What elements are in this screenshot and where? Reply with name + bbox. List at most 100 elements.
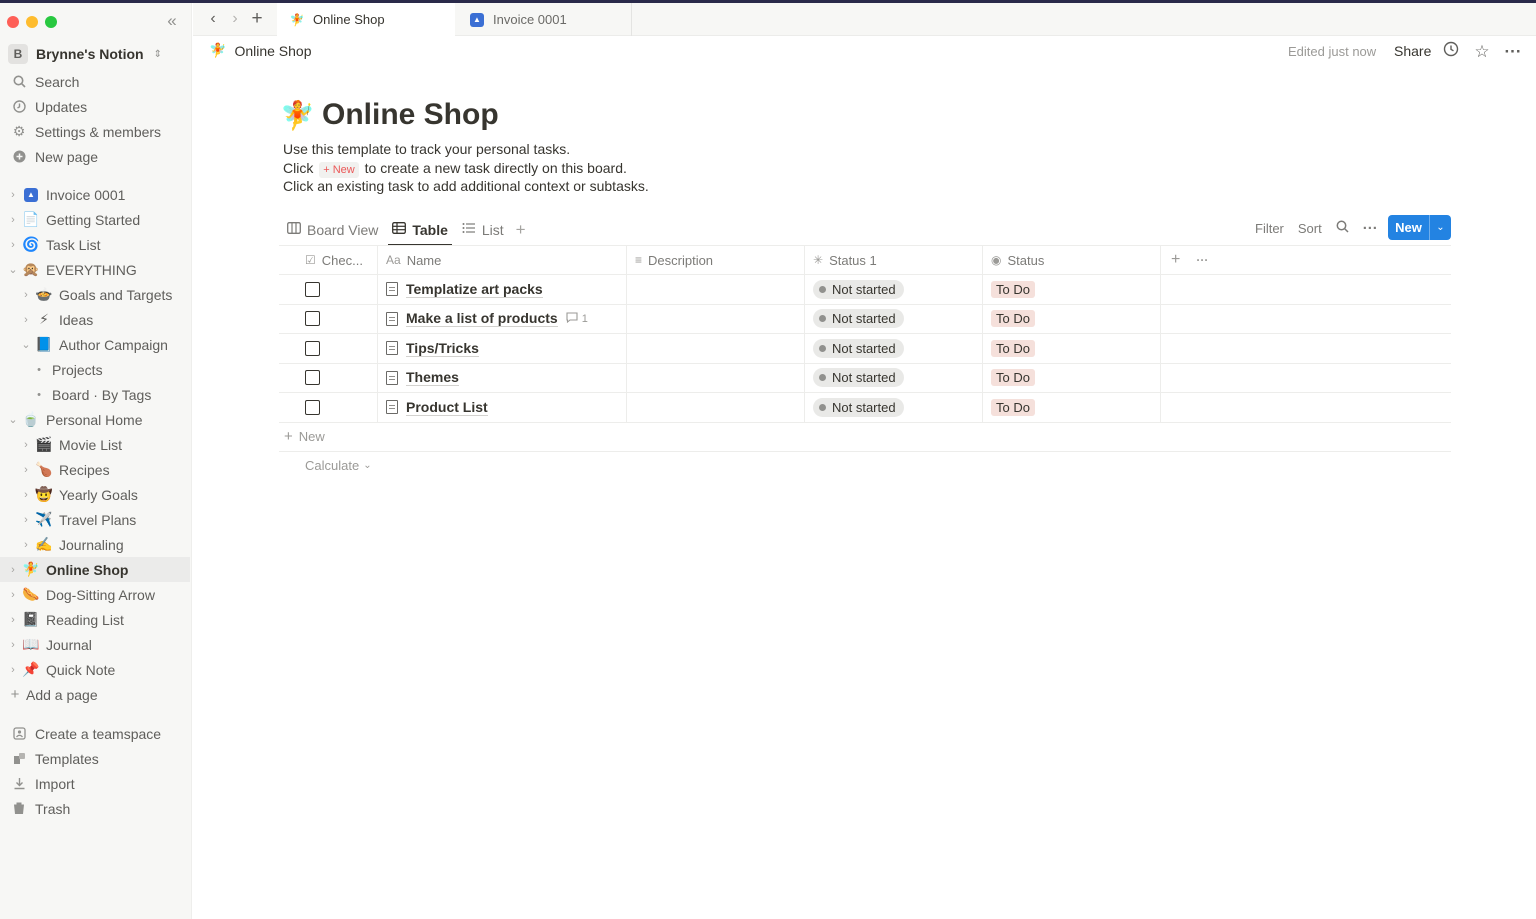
name-cell[interactable]: Templatize art packs (378, 275, 627, 304)
task-checkbox[interactable] (305, 370, 320, 386)
sidebar-page-online-shop[interactable]: › 🧚 Online Shop (0, 557, 190, 582)
add-row-button[interactable]: + New (284, 428, 325, 445)
status1-cell[interactable]: Not started (805, 363, 983, 392)
description-cell[interactable] (627, 363, 805, 392)
chevron-right-icon[interactable]: › (19, 439, 33, 451)
status-cell[interactable]: To Do (983, 334, 1161, 363)
sidebar-item-updates[interactable]: Updates (0, 94, 190, 119)
sidebar-page-projects[interactable]: • Projects (0, 357, 190, 382)
filter-button[interactable]: Filter (1255, 221, 1284, 236)
sidebar-page-journal[interactable]: › 📖 Journal (0, 632, 190, 657)
chevron-right-icon[interactable]: › (19, 539, 33, 551)
new-tab-icon[interactable]: + (247, 9, 267, 30)
favorite-star-icon[interactable]: ☆ (1471, 41, 1493, 63)
tab-invoice[interactable]: ▲ Invoice 0001 (457, 3, 632, 36)
column-header-status1[interactable]: ✳ Status 1 (805, 246, 983, 274)
chevron-right-icon[interactable]: › (19, 464, 33, 476)
task-checkbox[interactable] (305, 281, 320, 297)
status1-cell[interactable]: Not started (805, 393, 983, 422)
column-header-description[interactable]: ≡ Description (627, 246, 805, 274)
status-cell[interactable]: To Do (983, 275, 1161, 304)
chevron-right-icon[interactable]: › (6, 564, 20, 576)
name-cell[interactable]: Product List (378, 393, 627, 422)
status-cell[interactable]: To Do (983, 304, 1161, 333)
sidebar-page-invoice[interactable]: › ▲ Invoice 0001 (0, 182, 190, 207)
chevron-down-icon[interactable]: ⌄ (6, 413, 20, 426)
chevron-right-icon[interactable]: › (6, 614, 20, 626)
sidebar-page-reading-list[interactable]: › 📓 Reading List (0, 607, 190, 632)
sidebar-page-author-campaign[interactable]: ⌄ 📘 Author Campaign (0, 332, 190, 357)
task-name[interactable]: Product List (406, 399, 488, 416)
chevron-right-icon[interactable]: › (19, 289, 33, 301)
more-options-icon[interactable]: ··· (1363, 220, 1378, 237)
tab-board-view[interactable]: Board View (283, 215, 382, 244)
table-row[interactable]: Make a list of products 1 Not started To… (279, 304, 1451, 334)
status1-cell[interactable]: Not started (805, 334, 983, 363)
share-button[interactable]: Share (1394, 43, 1431, 59)
chevron-right-icon[interactable]: › (19, 514, 33, 526)
chevron-right-icon[interactable]: › (6, 664, 20, 676)
column-header-checkbox[interactable]: ☑ Chec... (279, 246, 378, 274)
tab-online-shop[interactable]: 🧚 Online Shop (277, 3, 455, 36)
status1-cell[interactable]: Not started (805, 304, 983, 333)
more-options-icon[interactable]: ··· (1502, 41, 1524, 63)
back-arrow-icon[interactable]: ‹ (203, 10, 223, 30)
collapse-sidebar-icon[interactable]: « (162, 12, 182, 32)
task-checkbox[interactable] (305, 340, 320, 356)
sidebar-page-journaling[interactable]: › ✍️ Journaling (0, 532, 190, 557)
chevron-down-icon[interactable]: ⌄ (6, 263, 20, 276)
breadcrumb[interactable]: 🧚 Online Shop (209, 42, 312, 59)
page-emoji-icon[interactable]: 🧚 (280, 99, 315, 132)
sidebar-item-import[interactable]: Import (0, 771, 190, 796)
more-options-icon[interactable]: ··· (1196, 253, 1208, 267)
sidebar-page-quick-note[interactable]: › 📌 Quick Note (0, 657, 190, 682)
sidebar-page-everything[interactable]: ⌄ 🙊 EVERYTHING (0, 257, 190, 282)
name-cell[interactable]: Themes (378, 363, 627, 392)
sidebar-item-create-teamspace[interactable]: Create a teamspace (0, 721, 190, 746)
chevron-right-icon[interactable]: › (6, 239, 20, 251)
history-icon[interactable] (1440, 41, 1462, 63)
sidebar-page-yearly-goals[interactable]: › 🤠 Yearly Goals (0, 482, 190, 507)
table-row[interactable]: Tips/Tricks Not started To Do (279, 334, 1451, 364)
sidebar-page-board-by-tags[interactable]: • Board · By Tags (0, 382, 190, 407)
sidebar-item-settings[interactable]: ⚙ Settings & members (0, 119, 190, 144)
chevron-right-icon[interactable]: › (19, 489, 33, 501)
task-checkbox[interactable] (305, 311, 320, 327)
table-row[interactable]: Templatize art packs Not started To Do (279, 275, 1451, 305)
page-title-text[interactable]: Online Shop (322, 98, 499, 132)
sidebar-item-new-page[interactable]: New page (0, 144, 190, 169)
column-header-status[interactable]: ◉ Status (983, 246, 1161, 274)
task-checkbox[interactable] (305, 399, 320, 415)
minimize-window-button[interactable] (26, 16, 38, 28)
sidebar-page-movie-list[interactable]: › 🎬 Movie List (0, 432, 190, 457)
sidebar-item-templates[interactable]: Templates (0, 746, 190, 771)
maximize-window-button[interactable] (45, 16, 57, 28)
chevron-right-icon[interactable]: › (6, 189, 20, 201)
add-page-button[interactable]: + Add a page (0, 682, 190, 707)
column-header-name[interactable]: Aa Name (378, 246, 627, 274)
task-name[interactable]: Templatize art packs (406, 281, 543, 298)
search-icon[interactable] (1336, 220, 1349, 237)
description-cell[interactable] (627, 393, 805, 422)
status-cell[interactable]: To Do (983, 393, 1161, 422)
workspace-switcher[interactable]: B Brynne's Notion ⇕ (8, 42, 162, 66)
task-name[interactable]: Themes (406, 369, 459, 387)
name-cell[interactable]: Tips/Tricks (378, 334, 627, 363)
sidebar-page-personal-home[interactable]: ⌄ 🍵 Personal Home (0, 407, 190, 432)
chevron-down-icon[interactable]: ⌄ (19, 338, 33, 351)
add-view-icon[interactable]: + (516, 220, 526, 240)
tab-list[interactable]: List (458, 215, 508, 244)
tab-table[interactable]: Table (388, 215, 452, 246)
description-cell[interactable] (627, 334, 805, 363)
description-cell[interactable] (627, 304, 805, 333)
task-name[interactable]: Tips/Tricks (406, 340, 479, 357)
sidebar-page-ideas[interactable]: › ⚡ Ideas (0, 307, 190, 332)
table-row[interactable]: Themes Not started To Do (279, 363, 1451, 393)
chevron-right-icon[interactable]: › (6, 589, 20, 601)
new-record-button[interactable]: New ⌄ (1388, 215, 1451, 240)
sidebar-page-task-list[interactable]: › 🌀 Task List (0, 232, 190, 257)
table-row[interactable]: Product List Not started To Do (279, 393, 1451, 423)
sidebar-page-dog-sitting[interactable]: › 🌭 Dog-Sitting Arrow (0, 582, 190, 607)
sort-button[interactable]: Sort (1298, 221, 1322, 236)
status-cell[interactable]: To Do (983, 363, 1161, 392)
